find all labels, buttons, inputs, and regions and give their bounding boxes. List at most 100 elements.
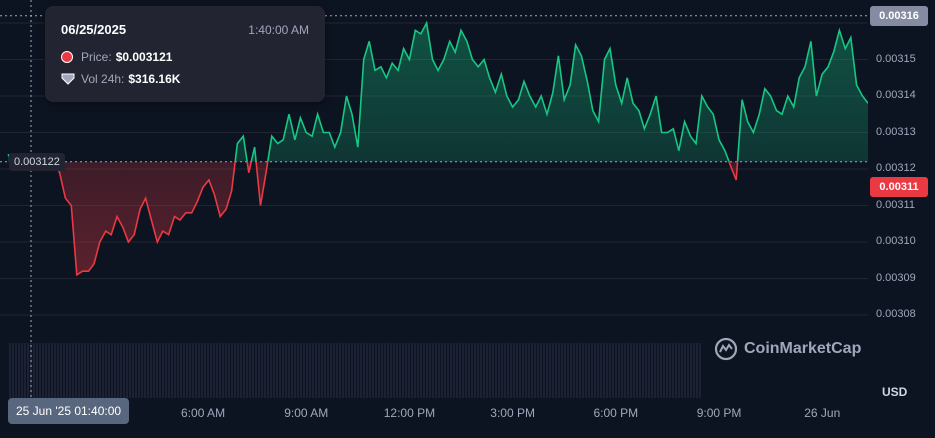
volume-bar <box>474 343 476 398</box>
volume-bar <box>336 343 338 398</box>
x-tick-label: 9:00 PM <box>696 406 742 420</box>
volume-bar <box>687 343 689 398</box>
coinmarketcap-icon <box>714 337 738 361</box>
volume-bar <box>294 343 296 398</box>
volume-bar <box>330 343 332 398</box>
volume-bar <box>93 343 95 398</box>
volume-bar <box>141 343 143 398</box>
volume-bar <box>204 343 206 398</box>
volume-bar <box>642 343 644 398</box>
volume-bar <box>669 343 671 398</box>
volume-bar <box>522 343 524 398</box>
tooltip-price-row: Price: $0.003121 <box>61 50 172 64</box>
volume-bar <box>495 343 497 398</box>
volume-bar <box>303 343 305 398</box>
high-price-label: 0.00316 <box>870 5 928 26</box>
volume-bar <box>189 343 191 398</box>
volume-bar <box>615 343 617 398</box>
volume-bar <box>156 343 158 398</box>
volume-bar <box>693 343 695 398</box>
volume-bar <box>333 343 335 398</box>
x-tick-label: 3:00 PM <box>490 406 535 420</box>
volume-bar <box>354 343 356 398</box>
volume-bar <box>627 343 629 398</box>
volume-bar <box>120 343 122 398</box>
volume-bar <box>180 343 182 398</box>
volume-bar <box>270 343 272 398</box>
volume-bar <box>90 343 92 398</box>
volume-bar <box>390 343 392 398</box>
tooltip-volume-label: Vol 24h: <box>81 72 125 86</box>
volume-bar <box>186 343 188 398</box>
volume-bar <box>561 343 563 398</box>
volume-bar <box>657 343 659 398</box>
volume-bar <box>594 343 596 398</box>
volume-bar <box>48 343 50 398</box>
tooltip-volume-row: Vol 24h: $316.16K <box>61 72 180 86</box>
volume-bar <box>12 343 14 398</box>
volume-bar <box>369 343 371 398</box>
volume-bar <box>84 343 86 398</box>
volume-bar <box>555 343 557 398</box>
volume-bar <box>276 343 278 398</box>
volume-bar <box>678 343 680 398</box>
volume-bar <box>387 343 389 398</box>
volume-bar <box>306 343 308 398</box>
volume-bar <box>471 343 473 398</box>
volume-bar <box>591 343 593 398</box>
volume-bar <box>363 343 365 398</box>
volume-bar <box>399 343 401 398</box>
volume-bar <box>447 343 449 398</box>
volume-bar <box>423 343 425 398</box>
volume-bar <box>510 343 512 398</box>
volume-bar <box>282 343 284 398</box>
volume-bar <box>51 343 53 398</box>
volume-bar <box>501 343 503 398</box>
volume-bar <box>519 343 521 398</box>
volume-bar <box>675 343 677 398</box>
volume-bar <box>78 343 80 398</box>
price-chart-widget: 0.00316 0.00315 0.00314 0.00313 0.00312 0.003… <box>0 0 935 438</box>
volume-bar <box>597 343 599 398</box>
volume-bar <box>489 343 491 398</box>
price-dot-icon <box>61 51 73 63</box>
y-tick-label: 0.00312 <box>876 162 916 174</box>
volume-bar <box>624 343 626 398</box>
volume-bar <box>558 343 560 398</box>
volume-bar <box>420 343 422 398</box>
volume-bar <box>372 343 374 398</box>
y-tick-label: 0.00313 <box>876 125 916 138</box>
volume-bar <box>573 343 575 398</box>
volume-bar <box>24 343 26 398</box>
volume-bar <box>444 343 446 398</box>
volume-bar <box>606 343 608 398</box>
volume-bar <box>498 343 500 398</box>
volume-bar <box>636 343 638 398</box>
volume-bar <box>549 343 551 398</box>
volume-bar <box>105 343 107 398</box>
volume-bar <box>375 343 377 398</box>
volume-bar <box>579 343 581 398</box>
volume-bar <box>690 343 692 398</box>
volume-bar <box>543 343 545 398</box>
volume-bar <box>117 343 119 398</box>
volume-bar <box>177 343 179 398</box>
volume-bar <box>453 343 455 398</box>
volume-bar <box>45 343 47 398</box>
volume-bar <box>438 343 440 398</box>
volume-bar <box>63 343 65 398</box>
volume-bar <box>357 343 359 398</box>
volume-bar <box>165 343 167 398</box>
volume-bar <box>663 343 665 398</box>
crosshair-y-label: 0.003122 <box>9 152 65 171</box>
volume-bar <box>567 343 569 398</box>
volume-bar <box>198 343 200 398</box>
volume-bar <box>540 343 542 398</box>
volume-bar <box>654 343 656 398</box>
volume-bar <box>504 343 506 398</box>
volume-bar <box>297 343 299 398</box>
volume-bar <box>633 343 635 398</box>
y-tick-label: 0.00310 <box>876 235 916 247</box>
volume-bar <box>258 343 260 398</box>
volume-bar <box>468 343 470 398</box>
